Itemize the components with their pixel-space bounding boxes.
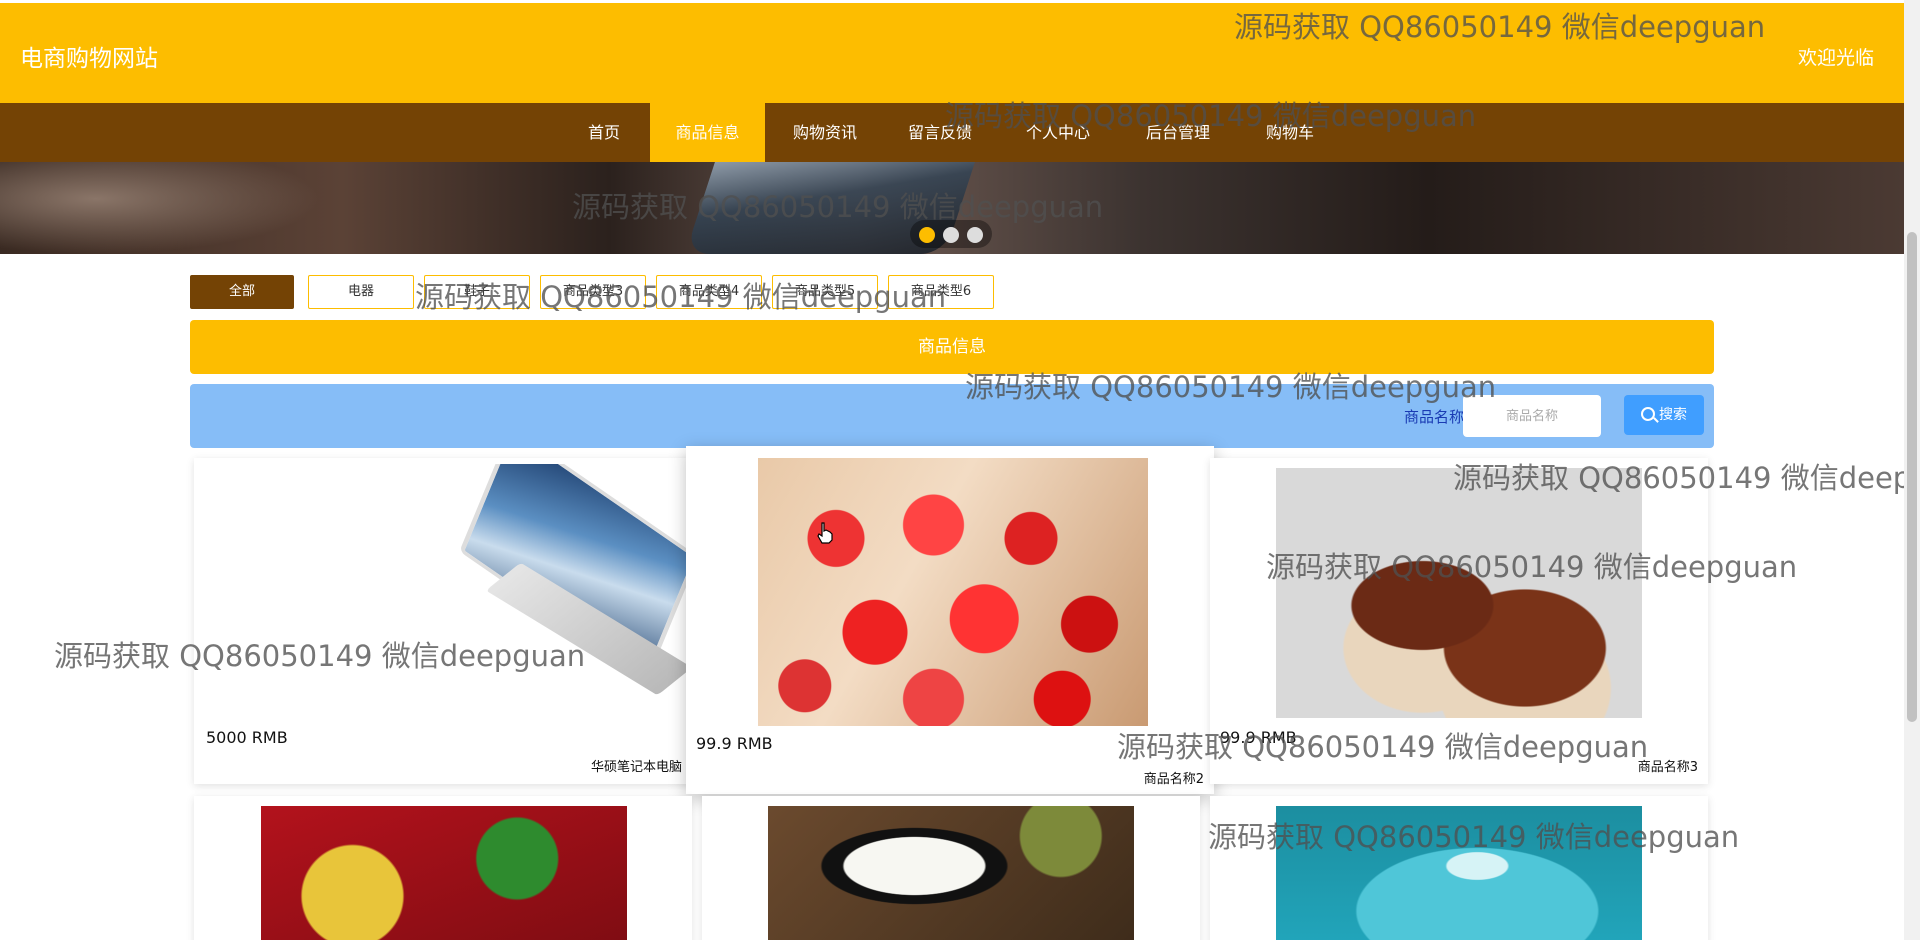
- nav-products[interactable]: 商品信息: [650, 103, 765, 162]
- category-shoes[interactable]: 鞋子: [424, 275, 530, 309]
- product-card[interactable]: 99.9 RMB 商品名称3: [1210, 458, 1708, 784]
- search-icon: [1641, 407, 1655, 421]
- nav-admin[interactable]: 后台管理: [1133, 103, 1223, 162]
- main-nav: 首页 商品信息 购物资讯 留言反馈 个人中心 后台管理 购物车: [0, 103, 1904, 162]
- search-button-label: 搜索: [1659, 407, 1687, 423]
- category-all[interactable]: 全部: [190, 275, 294, 309]
- search-input[interactable]: [1463, 395, 1601, 437]
- welcome-text: 欢迎光临: [1797, 47, 1874, 69]
- carousel-dot-2[interactable]: [943, 227, 959, 243]
- product-name: 商品名称2: [1143, 772, 1204, 787]
- nav-shopping-news[interactable]: 购物资讯: [780, 103, 870, 162]
- laptop-image: [329, 464, 699, 714]
- hand-cursor-icon: [817, 522, 833, 544]
- product-card[interactable]: 5000 RMB 华硕笔记本电脑: [194, 458, 699, 784]
- shoes-image: [1276, 468, 1642, 718]
- nav-feedback[interactable]: 留言反馈: [895, 103, 985, 162]
- product-card[interactable]: [194, 796, 692, 940]
- carousel-dot-1[interactable]: [919, 227, 935, 243]
- search-bar: 商品名称 搜索: [190, 384, 1714, 448]
- carousel-dot-3[interactable]: [967, 227, 983, 243]
- section-title: 商品信息: [190, 320, 1714, 374]
- kettle-image: [1276, 806, 1642, 940]
- cherry-image: [758, 458, 1148, 726]
- scrollbar-thumb[interactable]: [1907, 232, 1917, 722]
- carousel-indicators: [910, 220, 992, 248]
- category-type3[interactable]: 商品类型3: [540, 275, 646, 309]
- product-name: 商品名称3: [1637, 760, 1698, 775]
- category-type4[interactable]: 商品类型4: [656, 275, 762, 309]
- nav-cart[interactable]: 购物车: [1245, 103, 1335, 162]
- search-label: 商品名称: [1403, 408, 1464, 426]
- product-card[interactable]: [1210, 796, 1708, 940]
- nav-user-center[interactable]: 个人中心: [1013, 103, 1103, 162]
- category-type6[interactable]: 商品类型6: [888, 275, 994, 309]
- product-name: 华硕笔记本电脑: [590, 760, 682, 775]
- category-appliances[interactable]: 电器: [308, 275, 414, 309]
- product-price: 99.9 RMB: [696, 734, 773, 753]
- page-scrollbar[interactable]: [1904, 0, 1920, 940]
- nav-home[interactable]: 首页: [578, 103, 630, 162]
- product-price: 5000 RMB: [206, 728, 288, 747]
- product-card[interactable]: [702, 796, 1200, 940]
- food-tray-image: [261, 806, 627, 940]
- product-price: 99.9 RMB: [1220, 728, 1297, 747]
- site-title[interactable]: 电商购物网站: [20, 39, 158, 73]
- product-card[interactable]: 99.9 RMB 商品名称2: [686, 446, 1214, 794]
- banner-image: [0, 162, 320, 254]
- page: 电商购物网站 欢迎光临 首页 商品信息 购物资讯 留言反馈 个人中心 后台管理 …: [0, 0, 1920, 940]
- category-type5[interactable]: 商品类型5: [772, 275, 878, 309]
- top-header: 电商购物网站 欢迎光临: [0, 3, 1904, 103]
- search-button[interactable]: 搜索: [1624, 395, 1704, 435]
- rice-box-image: [768, 806, 1134, 940]
- banner-carousel[interactable]: [0, 162, 1904, 254]
